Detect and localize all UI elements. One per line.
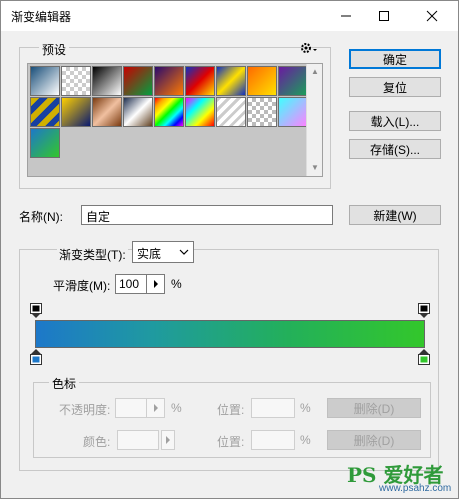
color-stop-left[interactable] [30,349,42,368]
opacity-unit: % [171,401,182,415]
window-title: 渐变编辑器 [11,10,72,24]
delete-opacity-stop-button[interactable]: 删除(D) [327,398,421,418]
gradient-type-value: 实底 [137,247,162,261]
presets-menu-button[interactable] [299,41,319,55]
gradient-type-select[interactable]: 实底 [132,241,194,263]
preset-swatch-custom-blue-green[interactable] [30,128,60,158]
gradient-editor-window: 渐变编辑器 预设 ▲ ▼ 确定 复位 载入(L)... 存储(S)... 名称(… [0,0,459,499]
gear-icon [301,43,317,53]
chevron-down-icon [179,249,189,255]
preset-swatch-blue-yellow-blue[interactable] [216,66,246,96]
location-input-2[interactable] [251,430,295,450]
color-swatch-input[interactable] [117,430,159,450]
opacity-label: 不透明度: [59,403,111,417]
color-stop-icon [30,349,42,365]
preset-swatch-transparent[interactable] [61,66,91,96]
preset-swatch-black-white[interactable] [92,66,122,96]
opacity-input[interactable] [115,398,147,418]
preset-swatch-chrome[interactable] [123,97,153,127]
preset-swatch-copper[interactable] [92,97,122,127]
location-unit-1: % [300,401,311,415]
presets-label: 预设 [39,41,70,58]
location-unit-2: % [300,433,311,447]
smoothness-input[interactable]: 100 [115,274,147,294]
ok-button[interactable]: 确定 [349,49,441,69]
scroll-down-icon[interactable]: ▼ [311,163,319,172]
maximize-button[interactable] [362,1,406,31]
gradient-preview-bar[interactable] [35,320,425,348]
presets-grid [27,63,323,177]
location-input-1[interactable] [251,398,295,418]
close-icon [426,10,438,22]
title-bar: 渐变编辑器 [1,1,458,31]
preset-swatch-blue-white[interactable] [30,66,60,96]
color-stop-icon [418,349,430,365]
arrow-right-icon [153,280,158,288]
opacity-stop-icon [30,303,42,318]
maximize-icon [379,11,389,21]
opacity-stepper-button[interactable] [147,398,165,418]
smoothness-stepper-button[interactable] [147,274,165,294]
preset-swatch-blue-red-yellow[interactable] [185,66,215,96]
arrow-right-icon [166,436,170,444]
presets-scrollbar[interactable]: ▲ ▼ [306,64,322,176]
delete-color-stop-button[interactable]: 删除(D) [327,430,421,450]
preset-swatch-violet-orange[interactable] [154,66,184,96]
minimize-icon [341,15,351,17]
color-stop-right[interactable] [418,349,430,368]
location-label-1: 位置: [217,403,245,417]
preset-swatch-transparent-stripes[interactable] [216,97,246,127]
opacity-stop-icon [418,303,430,318]
save-button[interactable]: 存储(S)... [349,139,441,159]
color-picker-button[interactable] [161,430,175,450]
preset-swatch-yellow-violet[interactable] [61,97,91,127]
name-input[interactable]: 自定 [81,205,333,225]
load-button[interactable]: 载入(L)... [349,111,441,131]
new-button[interactable]: 新建(W) [349,205,441,225]
preset-swatch-steel-bar[interactable] [30,97,60,127]
close-button[interactable] [410,1,454,31]
preset-swatch-neutral-density[interactable] [247,97,277,127]
name-label: 名称(N): [19,210,63,224]
preset-swatch-red-green[interactable] [123,66,153,96]
color-label: 颜色: [83,435,111,449]
arrow-right-icon [153,404,158,412]
watermark-url: www.psahz.com [379,483,452,494]
watermark: PS 爱好者 www.psahz.com [347,459,457,497]
preset-swatch-transparent-rainbow[interactable] [185,97,215,127]
preset-swatch-violet-green[interactable] [278,66,308,96]
gradient-type-label: 渐变类型(T): [57,246,128,263]
smoothness-label: 平滑度(M): [53,279,111,293]
color-stops-label: 色标 [49,375,80,392]
smoothness-percent: % [171,277,182,291]
preset-swatch-cyan-violet[interactable] [278,97,308,127]
scroll-up-icon[interactable]: ▲ [311,67,319,76]
preset-swatch-spectrum[interactable] [154,97,184,127]
preset-swatch-orange-yellow[interactable] [247,66,277,96]
location-label-2: 位置: [217,435,245,449]
reset-button[interactable]: 复位 [349,77,441,97]
